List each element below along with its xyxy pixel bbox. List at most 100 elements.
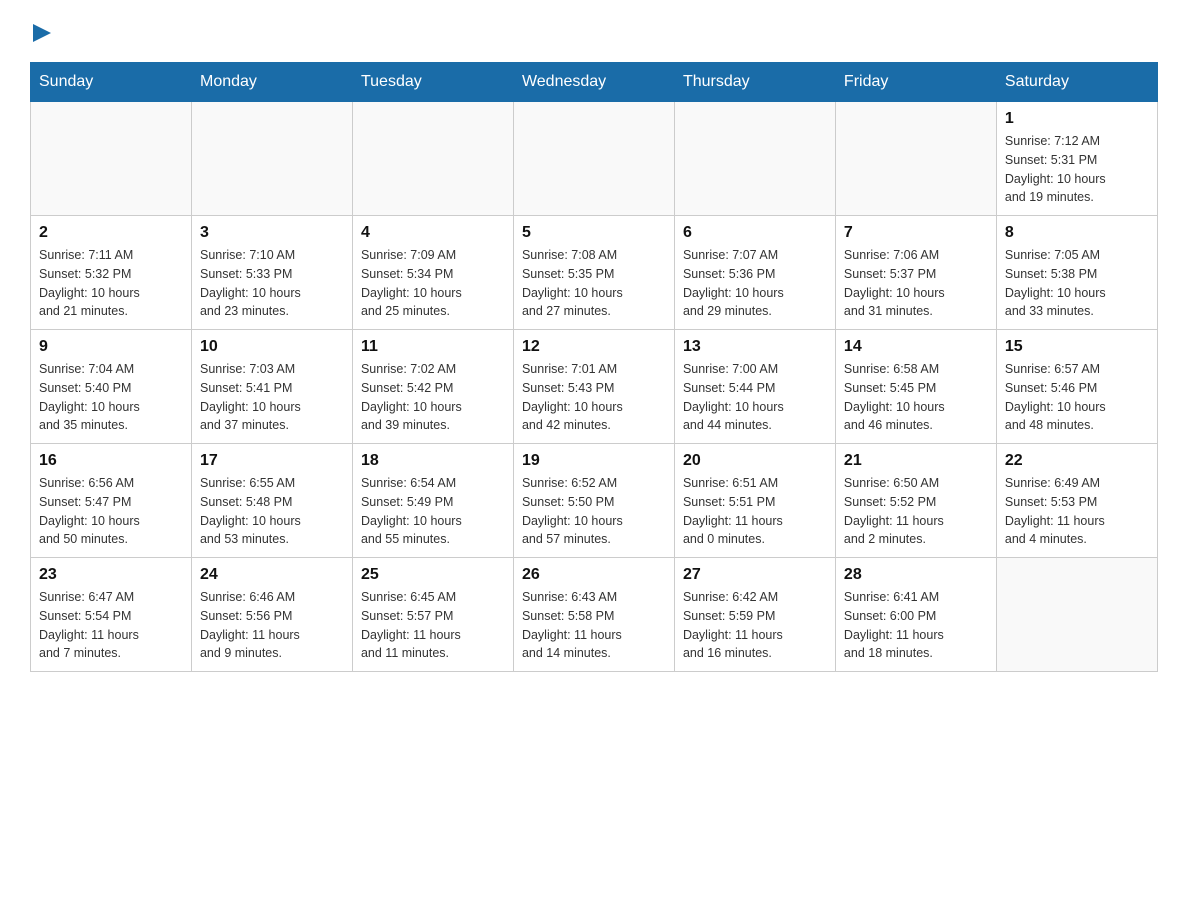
day-number: 25 bbox=[361, 566, 505, 584]
day-info: Sunrise: 6:43 AM Sunset: 5:58 PM Dayligh… bbox=[522, 588, 666, 663]
day-number: 3 bbox=[200, 224, 344, 242]
calendar-week-4: 16 Sunrise: 6:56 AM Sunset: 5:47 PM Dayli… bbox=[31, 444, 1158, 558]
calendar-cell: 25 Sunrise: 6:45 AM Sunset: 5:57 PM Dayli… bbox=[352, 558, 513, 672]
day-info: Sunrise: 6:46 AM Sunset: 5:56 PM Dayligh… bbox=[200, 588, 344, 663]
calendar-cell: 5 Sunrise: 7:08 AM Sunset: 5:35 PM Daylig… bbox=[513, 216, 674, 330]
day-number: 15 bbox=[1005, 338, 1149, 356]
calendar-cell bbox=[835, 102, 996, 216]
calendar-cell: 2 Sunrise: 7:11 AM Sunset: 5:32 PM Daylig… bbox=[31, 216, 192, 330]
calendar-cell: 15Sunrise: 6:57 AM Sunset: 5:46 PM Dayli… bbox=[996, 330, 1157, 444]
day-info: Sunrise: 6:41 AM Sunset: 6:00 PM Dayligh… bbox=[844, 588, 988, 663]
day-number: 5 bbox=[522, 224, 666, 242]
day-number: 16 bbox=[39, 452, 183, 470]
day-number: 4 bbox=[361, 224, 505, 242]
day-number: 2 bbox=[39, 224, 183, 242]
day-info: Sunrise: 7:03 AM Sunset: 5:41 PM Dayligh… bbox=[200, 360, 344, 435]
weekday-header-friday: Friday bbox=[835, 63, 996, 102]
calendar-cell: 16 Sunrise: 6:56 AM Sunset: 5:47 PM Dayli… bbox=[31, 444, 192, 558]
page-header bbox=[30, 20, 1158, 42]
calendar-cell: 1 Sunrise: 7:12 AM Sunset: 5:31 PM Daylig… bbox=[996, 102, 1157, 216]
day-number: 8 bbox=[1005, 224, 1149, 242]
day-number: 7 bbox=[844, 224, 988, 242]
day-info: Sunrise: 6:56 AM Sunset: 5:47 PM Dayligh… bbox=[39, 474, 183, 549]
calendar-cell: 11 Sunrise: 7:02 AM Sunset: 5:42 PM Dayli… bbox=[352, 330, 513, 444]
calendar-cell: 22Sunrise: 6:49 AM Sunset: 5:53 PM Dayli… bbox=[996, 444, 1157, 558]
weekday-header-saturday: Saturday bbox=[996, 63, 1157, 102]
day-info: Sunrise: 6:42 AM Sunset: 5:59 PM Dayligh… bbox=[683, 588, 827, 663]
calendar-week-5: 23 Sunrise: 6:47 AM Sunset: 5:54 PM Dayli… bbox=[31, 558, 1158, 672]
day-info: Sunrise: 7:04 AM Sunset: 5:40 PM Dayligh… bbox=[39, 360, 183, 435]
calendar-cell bbox=[674, 102, 835, 216]
calendar-cell: 24Sunrise: 6:46 AM Sunset: 5:56 PM Dayli… bbox=[191, 558, 352, 672]
day-info: Sunrise: 7:05 AM Sunset: 5:38 PM Dayligh… bbox=[1005, 246, 1149, 321]
weekday-header-sunday: Sunday bbox=[31, 63, 192, 102]
day-number: 22 bbox=[1005, 452, 1149, 470]
day-number: 26 bbox=[522, 566, 666, 584]
calendar-cell: 14 Sunrise: 6:58 AM Sunset: 5:45 PM Dayli… bbox=[835, 330, 996, 444]
weekday-header-tuesday: Tuesday bbox=[352, 63, 513, 102]
weekday-header-thursday: Thursday bbox=[674, 63, 835, 102]
calendar-cell: 20 Sunrise: 6:51 AM Sunset: 5:51 PM Dayli… bbox=[674, 444, 835, 558]
day-info: Sunrise: 6:52 AM Sunset: 5:50 PM Dayligh… bbox=[522, 474, 666, 549]
calendar-week-1: 1 Sunrise: 7:12 AM Sunset: 5:31 PM Daylig… bbox=[31, 102, 1158, 216]
calendar-cell: 23 Sunrise: 6:47 AM Sunset: 5:54 PM Dayli… bbox=[31, 558, 192, 672]
day-number: 9 bbox=[39, 338, 183, 356]
day-number: 17 bbox=[200, 452, 344, 470]
day-info: Sunrise: 6:50 AM Sunset: 5:52 PM Dayligh… bbox=[844, 474, 988, 549]
weekday-header-monday: Monday bbox=[191, 63, 352, 102]
day-info: Sunrise: 6:54 AM Sunset: 5:49 PM Dayligh… bbox=[361, 474, 505, 549]
day-info: Sunrise: 6:58 AM Sunset: 5:45 PM Dayligh… bbox=[844, 360, 988, 435]
calendar-cell bbox=[513, 102, 674, 216]
day-info: Sunrise: 7:06 AM Sunset: 5:37 PM Dayligh… bbox=[844, 246, 988, 321]
day-info: Sunrise: 7:09 AM Sunset: 5:34 PM Dayligh… bbox=[361, 246, 505, 321]
day-number: 11 bbox=[361, 338, 505, 356]
calendar-table: SundayMondayTuesdayWednesdayThursdayFrid… bbox=[30, 62, 1158, 672]
day-number: 28 bbox=[844, 566, 988, 584]
calendar-cell: 10 Sunrise: 7:03 AM Sunset: 5:41 PM Dayli… bbox=[191, 330, 352, 444]
day-number: 1 bbox=[1005, 110, 1149, 128]
day-number: 19 bbox=[522, 452, 666, 470]
calendar-week-3: 9 Sunrise: 7:04 AM Sunset: 5:40 PM Daylig… bbox=[31, 330, 1158, 444]
day-info: Sunrise: 6:45 AM Sunset: 5:57 PM Dayligh… bbox=[361, 588, 505, 663]
day-number: 14 bbox=[844, 338, 988, 356]
weekday-header-row: SundayMondayTuesdayWednesdayThursdayFrid… bbox=[31, 63, 1158, 102]
day-info: Sunrise: 7:12 AM Sunset: 5:31 PM Dayligh… bbox=[1005, 132, 1149, 207]
day-info: Sunrise: 6:51 AM Sunset: 5:51 PM Dayligh… bbox=[683, 474, 827, 549]
day-info: Sunrise: 7:07 AM Sunset: 5:36 PM Dayligh… bbox=[683, 246, 827, 321]
day-info: Sunrise: 7:10 AM Sunset: 5:33 PM Dayligh… bbox=[200, 246, 344, 321]
calendar-cell: 3 Sunrise: 7:10 AM Sunset: 5:33 PM Daylig… bbox=[191, 216, 352, 330]
calendar-cell: 7 Sunrise: 7:06 AM Sunset: 5:37 PM Daylig… bbox=[835, 216, 996, 330]
calendar-cell: 8 Sunrise: 7:05 AM Sunset: 5:38 PM Daylig… bbox=[996, 216, 1157, 330]
day-number: 23 bbox=[39, 566, 183, 584]
calendar-cell bbox=[31, 102, 192, 216]
day-number: 13 bbox=[683, 338, 827, 356]
calendar-cell: 17 Sunrise: 6:55 AM Sunset: 5:48 PM Dayli… bbox=[191, 444, 352, 558]
calendar-cell: 19 Sunrise: 6:52 AM Sunset: 5:50 PM Dayli… bbox=[513, 444, 674, 558]
calendar-cell bbox=[191, 102, 352, 216]
day-number: 10 bbox=[200, 338, 344, 356]
calendar-cell: 18 Sunrise: 6:54 AM Sunset: 5:49 PM Dayli… bbox=[352, 444, 513, 558]
calendar-cell: 26 Sunrise: 6:43 AM Sunset: 5:58 PM Dayli… bbox=[513, 558, 674, 672]
day-number: 27 bbox=[683, 566, 827, 584]
day-info: Sunrise: 6:55 AM Sunset: 5:48 PM Dayligh… bbox=[200, 474, 344, 549]
calendar-cell: 4 Sunrise: 7:09 AM Sunset: 5:34 PM Daylig… bbox=[352, 216, 513, 330]
logo bbox=[30, 20, 51, 42]
calendar-cell bbox=[996, 558, 1157, 672]
day-info: Sunrise: 6:47 AM Sunset: 5:54 PM Dayligh… bbox=[39, 588, 183, 663]
day-info: Sunrise: 7:01 AM Sunset: 5:43 PM Dayligh… bbox=[522, 360, 666, 435]
day-info: Sunrise: 7:02 AM Sunset: 5:42 PM Dayligh… bbox=[361, 360, 505, 435]
calendar-cell: 9 Sunrise: 7:04 AM Sunset: 5:40 PM Daylig… bbox=[31, 330, 192, 444]
day-number: 12 bbox=[522, 338, 666, 356]
day-number: 6 bbox=[683, 224, 827, 242]
calendar-cell bbox=[352, 102, 513, 216]
calendar-cell: 13 Sunrise: 7:00 AM Sunset: 5:44 PM Dayli… bbox=[674, 330, 835, 444]
day-info: Sunrise: 7:00 AM Sunset: 5:44 PM Dayligh… bbox=[683, 360, 827, 435]
day-number: 18 bbox=[361, 452, 505, 470]
day-number: 20 bbox=[683, 452, 827, 470]
day-number: 21 bbox=[844, 452, 988, 470]
calendar-cell: 12 Sunrise: 7:01 AM Sunset: 5:43 PM Dayli… bbox=[513, 330, 674, 444]
day-info: Sunrise: 7:11 AM Sunset: 5:32 PM Dayligh… bbox=[39, 246, 183, 321]
weekday-header-wednesday: Wednesday bbox=[513, 63, 674, 102]
calendar-cell: 6 Sunrise: 7:07 AM Sunset: 5:36 PM Daylig… bbox=[674, 216, 835, 330]
day-info: Sunrise: 7:08 AM Sunset: 5:35 PM Dayligh… bbox=[522, 246, 666, 321]
